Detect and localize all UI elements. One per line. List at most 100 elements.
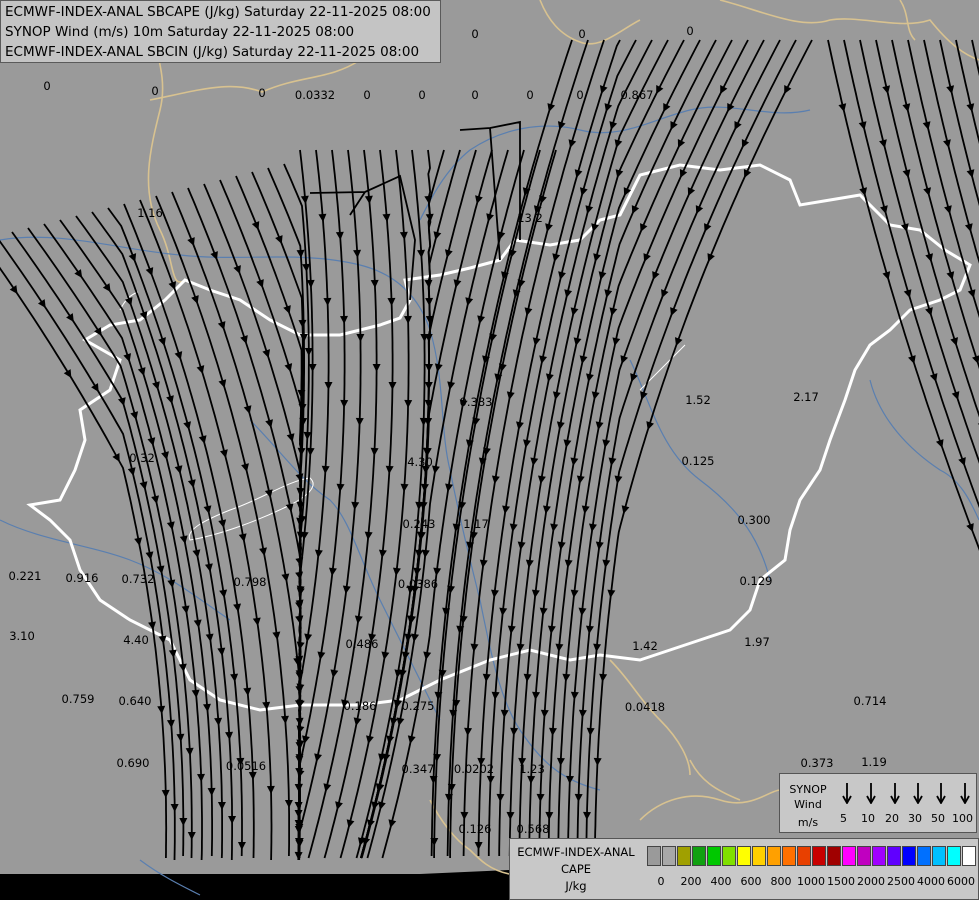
streamline-arrowhead: [506, 811, 515, 820]
cape-color-swatch: [692, 846, 706, 866]
streamline-arrowhead: [167, 579, 176, 588]
streamline-arrowhead: [388, 819, 397, 828]
cape-tick-label: 2000: [857, 875, 885, 888]
streamline-arrowhead: [381, 651, 390, 660]
cape-value-label: 1.19: [861, 755, 887, 769]
streamline-arrowhead: [966, 103, 975, 112]
cape-value-label: 0.732: [122, 572, 155, 586]
streamline-arrowhead: [204, 563, 213, 572]
streamline-arrowhead: [552, 391, 561, 400]
cape-value-label: 0: [471, 88, 478, 102]
streamline-arrowhead: [187, 831, 196, 840]
streamline-arrowhead: [388, 381, 397, 390]
wind-arrow-icon: [936, 783, 946, 804]
streamline-arrowhead: [283, 305, 291, 314]
streamline-arrowhead: [411, 633, 420, 642]
cape-tick-label: 2500: [887, 875, 915, 888]
streamline-arrowhead: [161, 789, 170, 798]
cape-color-swatch: [872, 846, 886, 866]
streamline-arrowhead: [507, 625, 516, 634]
cape-color-swatch: [812, 846, 826, 866]
streamline-arrowhead: [591, 223, 599, 232]
streamline-arrowhead: [295, 717, 304, 726]
cape-tick-label: 400: [710, 875, 732, 888]
streamline-arrowhead: [935, 439, 944, 448]
streamline-arrowhead: [573, 337, 582, 346]
streamline: [360, 149, 493, 859]
streamline-arrowhead: [599, 673, 608, 682]
streamline-arrowhead: [964, 223, 973, 232]
streamline-arrowhead: [130, 411, 139, 420]
streamline-arrowhead: [608, 457, 617, 466]
streamline: [875, 39, 979, 418]
streamline-arrowhead: [370, 279, 379, 288]
streamline-arrowhead: [486, 213, 494, 222]
streamline-arrowhead: [425, 213, 434, 222]
streamline-arrowhead: [396, 717, 405, 726]
cape-color-swatch: [902, 846, 916, 866]
streamline-arrowhead: [387, 297, 396, 306]
streamline: [585, 39, 797, 857]
streamline-arrowhead: [465, 297, 474, 306]
streamline-arrowhead: [614, 475, 623, 484]
streamline-arrowhead: [147, 437, 156, 446]
streamline-arrowhead: [424, 381, 433, 390]
streamline-arrowhead: [500, 709, 509, 718]
streamline-arrowhead: [127, 467, 136, 476]
cape-color-swatch: [827, 846, 841, 866]
cape-value-label: 1.97: [744, 635, 770, 649]
streamline: [955, 39, 979, 145]
cape-value-label: 0.129: [740, 574, 773, 588]
value-labels: 0 0 0 0 0 0 0 0 0 0 0 0.0332 0.867 13.2 1.16 0.383 4.30 0…: [9, 24, 887, 836]
streamline-arrowhead: [181, 605, 190, 614]
streamline-arrowhead: [378, 801, 386, 810]
streamline-arrowhead: [420, 483, 429, 492]
streamline-arrowhead: [207, 787, 216, 796]
streamline-arrowhead: [197, 773, 206, 782]
streamline-arrowhead: [944, 205, 952, 214]
streamline-arrowhead: [615, 169, 624, 178]
cape-tick-label: 6000: [947, 875, 975, 888]
streamline-arrowhead: [339, 315, 348, 324]
streamline-arrowhead: [335, 231, 344, 240]
streamline: [430, 39, 573, 857]
streamline-arrowhead: [202, 703, 211, 712]
synop-legend-subtitle: Wind: [794, 798, 822, 811]
streamline-arrowhead: [302, 735, 310, 744]
cape-color-swatch: [782, 846, 796, 866]
streamline-arrowhead: [547, 625, 556, 634]
streamline-arrowhead: [353, 249, 362, 258]
wind-arrow-icon: [913, 783, 923, 804]
cape-color-swatch: [647, 846, 661, 866]
streamline-arrowhead: [545, 223, 553, 232]
streamline-arrowhead: [286, 433, 295, 442]
cape-color-swatch: [797, 846, 811, 866]
streamline-arrowhead: [602, 439, 611, 448]
streamline-arrowhead: [470, 643, 479, 652]
streamline-arrowhead: [556, 757, 565, 766]
streamline-arrowhead: [555, 643, 564, 652]
cape-color-swatch: [857, 846, 871, 866]
streamline-arrowhead: [240, 335, 248, 344]
cape-color-swatch: [947, 846, 961, 866]
streamline-arrowhead: [294, 783, 303, 792]
streamline-arrowhead: [385, 465, 394, 474]
cape-value-label: 0.0516: [226, 759, 266, 773]
streamline-arrowhead: [498, 363, 507, 372]
wind-arrow-icon: [960, 783, 970, 804]
streamline-arrowhead: [248, 771, 257, 780]
weather-map: 0 0 0 0 0 0 0 0 0 0 0 0.0332 0.867 13.2 1.16 0.383 4.30 0…: [0, 0, 979, 900]
streamline-arrowhead: [564, 289, 573, 298]
streamline-arrowhead: [335, 801, 343, 810]
streamline-arrowhead: [187, 479, 196, 488]
streamline-arrowhead: [192, 549, 201, 558]
cape-value-label: 2.17: [793, 390, 819, 404]
streamline-arrowhead: [585, 625, 594, 634]
streamline-arrowhead: [612, 337, 621, 346]
cape-value-label: 0.221: [9, 569, 42, 583]
cape-value-label: 0: [363, 88, 370, 102]
streamline-arrowhead: [545, 373, 554, 382]
streamline-arrowhead: [400, 483, 409, 492]
streamline-arrowhead: [166, 521, 175, 530]
streamline-arrowhead: [586, 727, 595, 736]
